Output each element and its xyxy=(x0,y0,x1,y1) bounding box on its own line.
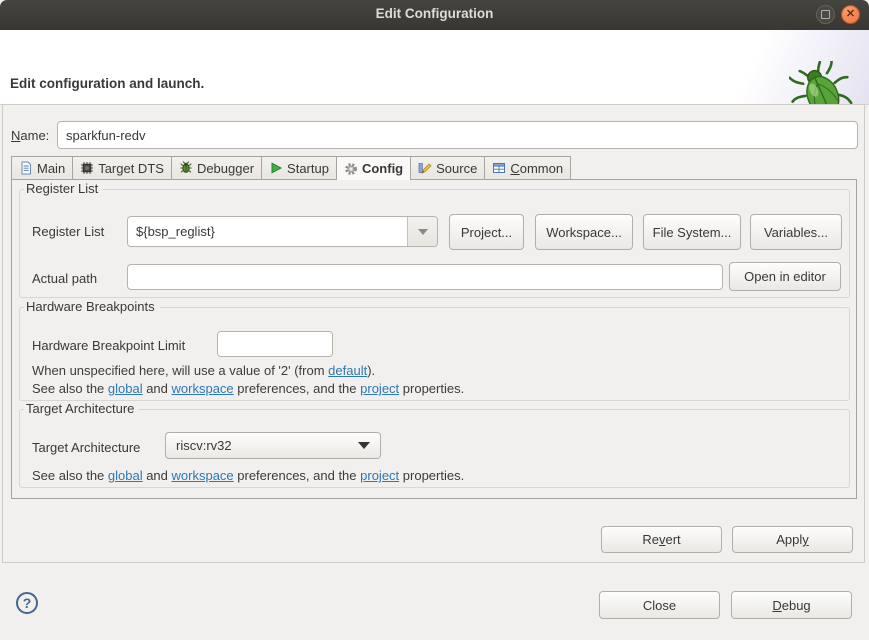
tab-label: Startup xyxy=(287,161,329,176)
tab-source[interactable]: Source xyxy=(411,156,485,179)
project-properties-link[interactable]: project xyxy=(360,468,399,483)
edit-configuration-dialog: Edit Configuration ✕ Edit configuration … xyxy=(0,0,869,640)
close-icon: ✕ xyxy=(846,9,855,20)
dialog-footer: ? Close Debug xyxy=(0,563,869,640)
tab-target-dts[interactable]: Target DTS xyxy=(73,156,172,179)
project-properties-link[interactable]: project xyxy=(360,381,399,396)
project-button[interactable]: Project... xyxy=(449,214,524,250)
actual-path-label: Actual path xyxy=(32,271,97,286)
name-input[interactable] xyxy=(57,121,858,149)
window-controls: ✕ xyxy=(816,5,860,24)
open-in-editor-button[interactable]: Open in editor xyxy=(729,262,841,291)
close-window-button[interactable]: ✕ xyxy=(841,5,860,24)
close-button[interactable]: Close xyxy=(599,591,720,619)
name-label: Name: xyxy=(11,128,49,143)
tab-label: Source xyxy=(436,161,477,176)
debug-button[interactable]: Debug xyxy=(731,591,852,619)
tab-label: Common xyxy=(510,161,563,176)
global-preferences-link[interactable]: global xyxy=(108,468,143,483)
register-list-group: Register List Register List Project... W… xyxy=(19,189,850,298)
hw-breakpoint-note-line2: See also the global and workspace prefer… xyxy=(32,381,464,396)
config-tab-content: Register List Register List Project... W… xyxy=(11,179,857,499)
actual-path-input[interactable] xyxy=(127,264,723,290)
target-architecture-note: See also the global and workspace prefer… xyxy=(32,468,464,483)
table-icon xyxy=(492,161,506,175)
target-architecture-label: Target Architecture xyxy=(32,440,140,455)
maximize-button[interactable] xyxy=(816,5,835,24)
hardware-breakpoints-group-title: Hardware Breakpoints xyxy=(24,299,160,314)
play-icon xyxy=(269,161,283,175)
target-architecture-group-title: Target Architecture xyxy=(24,401,139,416)
bug-icon xyxy=(179,161,193,175)
workspace-preferences-link[interactable]: workspace xyxy=(172,468,234,483)
pencil-icon xyxy=(418,161,432,175)
header-message: Edit configuration and launch. xyxy=(10,76,204,91)
hw-breakpoint-limit-label: Hardware Breakpoint Limit xyxy=(32,338,185,353)
tab-label: Config xyxy=(362,161,403,176)
register-list-group-title: Register List xyxy=(24,181,103,196)
workspace-preferences-link[interactable]: workspace xyxy=(172,381,234,396)
target-architecture-group: Target Architecture Target Architecture … xyxy=(19,409,850,488)
global-preferences-link[interactable]: global xyxy=(108,381,143,396)
help-button[interactable]: ? xyxy=(16,592,38,614)
tab-label: Target DTS xyxy=(98,161,164,176)
tab-strip: Main Target DTS Debugger Startup xyxy=(11,156,857,179)
tab-label: Main xyxy=(37,161,65,176)
tab-label: Debugger xyxy=(197,161,254,176)
titlebar: Edit Configuration ✕ xyxy=(0,0,869,31)
tab-main[interactable]: Main xyxy=(11,156,73,179)
hw-breakpoint-note-line1: When unspecified here, will use a value … xyxy=(32,363,375,378)
chip-icon xyxy=(80,161,94,175)
register-list-label: Register List xyxy=(32,224,104,239)
tab-debugger[interactable]: Debugger xyxy=(172,156,262,179)
default-link[interactable]: default xyxy=(328,363,367,378)
register-list-combo xyxy=(127,216,438,247)
target-architecture-select[interactable]: riscv:rv32 xyxy=(165,432,381,459)
maximize-icon xyxy=(821,10,830,19)
window-title: Edit Configuration xyxy=(0,6,869,21)
workspace-button[interactable]: Workspace... xyxy=(535,214,633,250)
apply-button[interactable]: Apply xyxy=(732,526,853,553)
hardware-breakpoints-group: Hardware Breakpoints Hardware Breakpoint… xyxy=(19,307,850,401)
document-icon xyxy=(19,161,33,175)
main-panel: Name: Main Target DTS Debugger xyxy=(2,104,865,563)
tab-common[interactable]: Common xyxy=(485,156,571,179)
revert-button[interactable]: Revert xyxy=(601,526,722,553)
question-mark-icon: ? xyxy=(23,595,32,611)
gear-icon xyxy=(344,162,358,176)
hw-breakpoint-limit-input[interactable] xyxy=(217,331,333,357)
register-list-input[interactable] xyxy=(128,217,407,246)
tab-config[interactable]: Config xyxy=(337,156,411,180)
chevron-down-icon xyxy=(358,442,370,449)
chevron-down-icon xyxy=(418,229,428,235)
register-list-dropdown-button[interactable] xyxy=(407,217,437,246)
tab-startup[interactable]: Startup xyxy=(262,156,337,179)
dialog-header: Edit configuration and launch. xyxy=(0,30,869,105)
target-architecture-value: riscv:rv32 xyxy=(176,438,358,453)
variables-button[interactable]: Variables... xyxy=(750,214,842,250)
file-system-button[interactable]: File System... xyxy=(643,214,741,250)
